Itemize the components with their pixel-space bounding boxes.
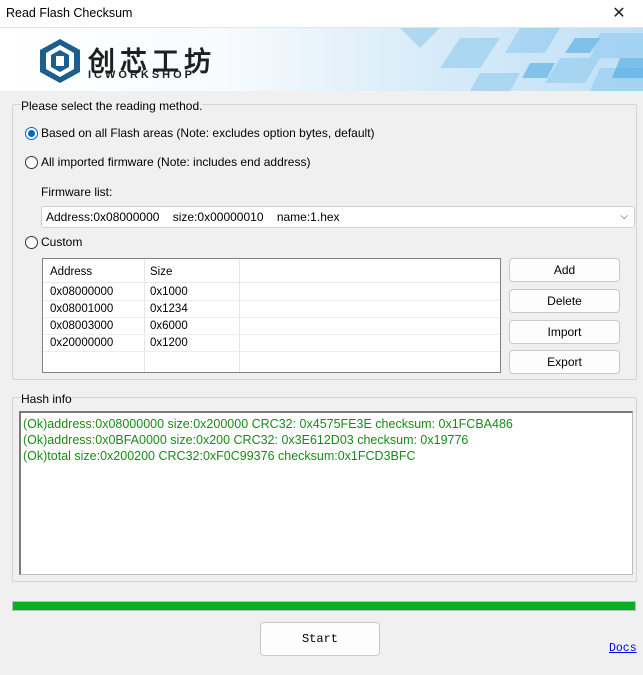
table-cell-size: 0x6000 bbox=[150, 320, 188, 332]
import-button[interactable]: Import bbox=[509, 320, 620, 344]
radio-imported-firmware[interactable]: All imported firmware (Note: includes en… bbox=[25, 155, 310, 169]
start-button[interactable]: Start bbox=[260, 622, 380, 656]
hash-output-box[interactable]: (Ok)address:0x08000000 size:0x200000 CRC… bbox=[19, 411, 633, 575]
title-bar: Read Flash Checksum ✕ bbox=[0, 0, 643, 28]
firmware-list-dropdown[interactable]: Address:0x08000000 size:0x00000010 name:… bbox=[41, 206, 635, 228]
export-button[interactable]: Export bbox=[509, 350, 620, 374]
table-cell-size: 0x1234 bbox=[150, 303, 188, 315]
close-icon[interactable]: ✕ bbox=[609, 4, 629, 24]
radio-button[interactable] bbox=[25, 155, 38, 169]
column-header-address[interactable]: Address bbox=[50, 266, 92, 278]
table-row[interactable]: 0x08001000 0x1234 bbox=[43, 301, 500, 318]
radio-imported-firmware-label: All imported firmware (Note: includes en… bbox=[41, 155, 311, 169]
table-header: Address Size bbox=[43, 259, 500, 283]
column-header-size[interactable]: Size bbox=[150, 266, 172, 278]
logo-text-en: ICWORKSHOP bbox=[88, 69, 195, 81]
table-cell-address: 0x08003000 bbox=[50, 320, 114, 332]
radio-all-flash-label: Based on all Flash areas (Note: excludes… bbox=[41, 126, 375, 140]
banner: 创芯工坊 ICWORKSHOP bbox=[0, 28, 643, 91]
hash-info-legend: Hash info bbox=[21, 392, 72, 406]
firmware-list-label: Firmware list: bbox=[41, 185, 113, 199]
firmware-selected-value: Address:0x08000000 size:0x00000010 name:… bbox=[46, 210, 340, 224]
delete-button[interactable]: Delete bbox=[509, 289, 620, 313]
progress-bar bbox=[12, 601, 636, 611]
table-row[interactable]: 0x08000000 0x1000 bbox=[43, 284, 500, 301]
table-row[interactable]: 0x08003000 0x6000 bbox=[43, 318, 500, 335]
radio-custom-label: Custom bbox=[41, 235, 83, 249]
radio-custom[interactable]: Custom bbox=[25, 235, 82, 249]
reading-method-legend: Please select the reading method. bbox=[21, 99, 203, 113]
logo-mark-icon bbox=[40, 39, 80, 83]
table-cell-address: 0x08001000 bbox=[50, 303, 114, 315]
progress-fill bbox=[13, 602, 635, 610]
radio-all-flash[interactable]: Based on all Flash areas (Note: excludes… bbox=[25, 126, 375, 140]
table-cell-address: 0x08000000 bbox=[50, 286, 114, 298]
table-cell-size: 0x1000 bbox=[150, 286, 188, 298]
chevron-down-icon: ⌵ bbox=[620, 211, 628, 222]
table-cell-address: 0x20000000 bbox=[50, 337, 114, 349]
radio-button-selected[interactable] bbox=[25, 126, 38, 140]
window-title: Read Flash Checksum bbox=[6, 6, 133, 20]
hash-line: (Ok)total size:0x200200 CRC32:0xF0C99376… bbox=[23, 449, 416, 463]
radio-button[interactable] bbox=[25, 235, 38, 249]
table-row[interactable]: 0x20000000 0x1200 bbox=[43, 335, 500, 352]
table-cell-size: 0x1200 bbox=[150, 337, 188, 349]
custom-range-table[interactable]: Address Size 0x08000000 0x1000 0x0800100… bbox=[42, 258, 501, 373]
add-button[interactable]: Add bbox=[509, 258, 620, 282]
docs-link[interactable]: Docs bbox=[609, 642, 637, 655]
hash-line: (Ok)address:0x08000000 size:0x200000 CRC… bbox=[23, 417, 513, 431]
hash-line: (Ok)address:0x0BFA0000 size:0x200 CRC32:… bbox=[23, 433, 469, 447]
